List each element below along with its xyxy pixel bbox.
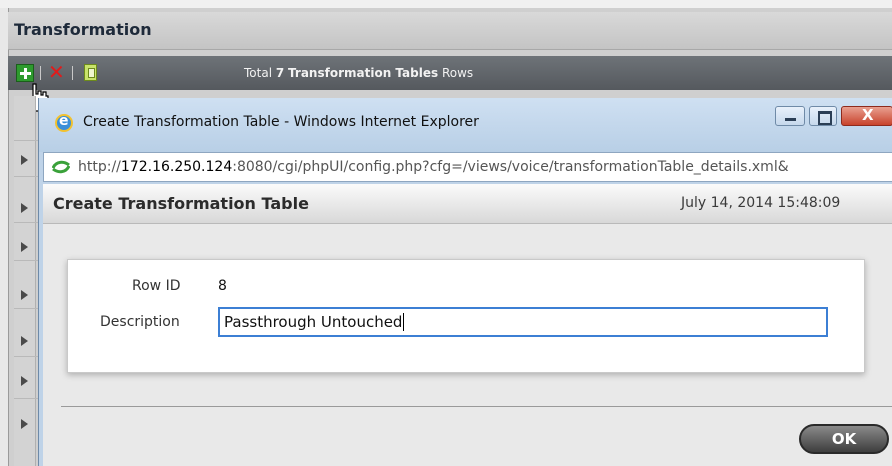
url-rest: :8080/cgi/phpUI/config.php?cfg=/views/vo… [232,159,789,175]
row-divider [14,356,38,357]
top-strip [0,0,892,8]
window-titlebar: Create Transformation Table - Windows In… [39,98,892,152]
window-title: Create Transformation Table - Windows In… [83,114,479,130]
row-id-value: 8 [218,278,227,294]
dialog-content: Create Transformation Table July 14, 201… [43,184,892,466]
divider [61,406,892,407]
row-expand-icon[interactable] [21,290,28,300]
section-title: Transformation [14,20,152,39]
row-expand-icon[interactable] [21,242,28,252]
total-count: 7 [275,66,285,80]
ie-popup-window: Create Transformation Table - Windows In… [38,98,892,466]
description-value: Passthrough Untouched [224,313,405,331]
row-expand-icon[interactable] [21,155,28,165]
toolbar-separator [72,66,73,80]
row-id-label: Row ID [132,278,181,294]
row-expand-icon[interactable] [21,203,28,213]
total-rows-label: Total 7 Transformation Tables Rows [244,66,473,80]
url-host: 172.16.250.124 [120,159,233,175]
add-icon[interactable] [16,64,34,82]
row-divider [14,260,38,261]
screen: Transformation ✕ Total 7 Transformation … [0,0,892,466]
copy-icon[interactable] [84,64,97,81]
table-row-expanders [14,96,36,466]
minimize-button[interactable] [775,106,805,126]
total-prefix: Total [244,66,273,80]
row-expand-icon[interactable] [21,419,28,429]
dialog-title: Create Transformation Table [53,194,309,213]
row-divider [14,140,38,141]
total-entity: Transformation Tables [288,66,439,80]
maximize-button[interactable] [809,106,837,126]
url-scheme: http:// [78,159,121,175]
row-expand-icon[interactable] [21,376,28,386]
table-toolbar: ✕ Total 7 Transformation Tables Rows [8,56,892,90]
row-divider [14,398,38,399]
dialog-header: Create Transformation Table July 14, 201… [43,184,892,224]
close-button[interactable]: X [841,106,892,126]
delete-icon[interactable]: ✕ [48,61,65,83]
form-panel: Row ID 8 Description Passthrough Untouch… [67,259,865,373]
row-divider [14,222,38,223]
address-url[interactable]: http://172.16.250.124:8080/cgi/phpUI/con… [78,159,789,175]
close-icon: X [862,106,874,124]
row-expand-icon[interactable] [21,336,28,346]
description-input[interactable]: Passthrough Untouched [218,307,828,337]
description-label: Description [100,314,180,330]
address-bar[interactable]: http://172.16.250.124:8080/cgi/phpUI/con… [43,152,892,182]
dialog-datetime: July 14, 2014 15:48:09 [681,195,841,211]
total-suffix: Rows [441,66,474,80]
page-icon [52,160,70,174]
ok-button[interactable]: OK [799,424,889,454]
section-header: Transformation [8,12,892,50]
row-divider [14,176,38,177]
row-divider [14,308,38,309]
internet-explorer-icon [55,113,73,132]
toolbar-separator [40,66,41,80]
